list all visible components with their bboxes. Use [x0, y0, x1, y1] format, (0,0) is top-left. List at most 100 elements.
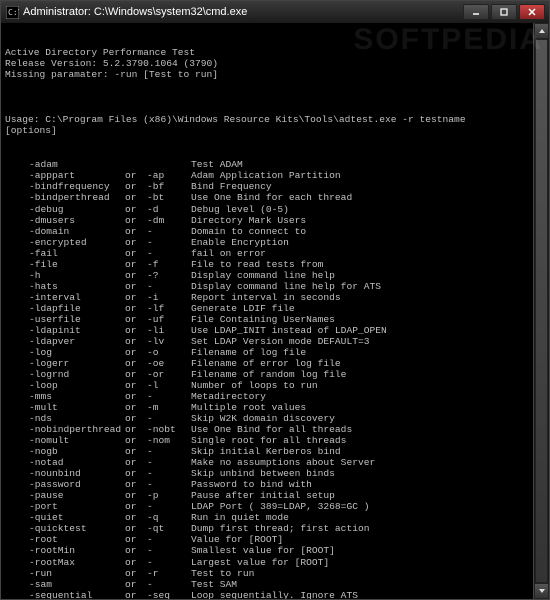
option-row: -userfileor-ufFile Containing UserNames — [5, 314, 545, 325]
option-long: -log — [5, 347, 125, 358]
option-or: or — [125, 248, 147, 259]
usage-block: Usage: C:\Program Files (x86)\Windows Re… — [5, 103, 545, 136]
option-or: or — [125, 281, 147, 292]
option-long: -bindfrequency — [5, 181, 125, 192]
option-short: - — [147, 413, 191, 424]
option-row: -runor-rTest to run — [5, 568, 545, 579]
option-or: or — [125, 237, 147, 248]
option-row: -portor-LDAP Port ( 389=LDAP, 3268=GC ) — [5, 501, 545, 512]
option-or: or — [125, 579, 147, 590]
option-row: -adamTest ADAM — [5, 159, 545, 170]
option-desc: Skip initial Kerberos bind — [191, 446, 545, 457]
option-desc: Pause after initial setup — [191, 490, 545, 501]
option-long: -bindperthread — [5, 192, 125, 203]
option-long: -apppart — [5, 170, 125, 181]
titlebar[interactable]: C:\ Administrator: C:\Windows\system32\c… — [1, 1, 549, 23]
option-long: -pause — [5, 490, 125, 501]
option-desc: fail on error — [191, 248, 545, 259]
option-or: or — [125, 413, 147, 424]
svg-text:C:\: C:\ — [8, 8, 19, 17]
usage-line-2: [options] — [5, 125, 57, 136]
option-long: -hats — [5, 281, 125, 292]
option-row: -nounbindor-Skip unbind between binds — [5, 468, 545, 479]
scroll-track[interactable] — [534, 39, 549, 583]
terminal-output[interactable]: Active Directory Performance Test Releas… — [1, 23, 549, 599]
option-long: -file — [5, 259, 125, 270]
option-or: or — [125, 479, 147, 490]
option-long: -rootMin — [5, 545, 125, 556]
option-long: -loop — [5, 380, 125, 391]
option-or: or — [125, 545, 147, 556]
option-or: or — [125, 204, 147, 215]
option-row: -hor-?Display command line help — [5, 270, 545, 281]
option-row: -rootMinor-Smallest value for [ROOT] — [5, 545, 545, 556]
close-button[interactable] — [519, 4, 545, 20]
option-desc: Password to bind with — [191, 479, 545, 490]
header-line-2: Release Version: 5.2.3790.1064 (3790) — [5, 58, 218, 69]
option-short: - — [147, 281, 191, 292]
option-short: -or — [147, 369, 191, 380]
option-long: -dmusers — [5, 215, 125, 226]
vertical-scrollbar[interactable] — [533, 23, 549, 599]
option-or: or — [125, 534, 147, 545]
options-list: -adamTest ADAM-apppartor-apAdam Applicat… — [5, 159, 545, 599]
usage-line-1: Usage: C:\Program Files (x86)\Windows Re… — [5, 114, 466, 125]
option-long: -fail — [5, 248, 125, 259]
cmd-window: C:\ Administrator: C:\Windows\system32\c… — [0, 0, 550, 600]
option-row: -loopor-lNumber of loops to run — [5, 380, 545, 391]
option-desc: Multiple root values — [191, 402, 545, 413]
option-row: -rootMaxor-Largest value for [ROOT] — [5, 557, 545, 568]
option-row: -ndsor-Skip W2K domain discovery — [5, 413, 545, 424]
option-row: -rootor-Value for [ROOT] — [5, 534, 545, 545]
option-desc: Adam Application Partition — [191, 170, 545, 181]
option-desc: Use LDAP_INIT instead of LDAP_OPEN — [191, 325, 545, 336]
maximize-button[interactable] — [491, 4, 517, 20]
option-desc: LDAP Port ( 389=LDAP, 3268=GC ) — [191, 501, 545, 512]
option-or: or — [125, 303, 147, 314]
option-desc: Use One Bind for each thread — [191, 192, 545, 203]
option-short: -p — [147, 490, 191, 501]
option-short: -d — [147, 204, 191, 215]
option-or: or — [125, 192, 147, 203]
option-row: -nogbor-Skip initial Kerberos bind — [5, 446, 545, 457]
option-or: or — [125, 557, 147, 568]
option-short: -f — [147, 259, 191, 270]
option-row: -logerror-oeFilename of error log file — [5, 358, 545, 369]
option-desc: Loop sequentially. Ignore ATS — [191, 590, 545, 599]
option-short: -i — [147, 292, 191, 303]
option-or: or — [125, 292, 147, 303]
option-short: -li — [147, 325, 191, 336]
option-long: -quiet — [5, 512, 125, 523]
minimize-button[interactable] — [463, 4, 489, 20]
scroll-up-button[interactable] — [534, 23, 549, 39]
option-desc: Run in quiet mode — [191, 512, 545, 523]
option-desc: Value for [ROOT] — [191, 534, 545, 545]
scroll-down-button[interactable] — [534, 583, 549, 599]
option-desc: File to read tests from — [191, 259, 545, 270]
option-long: -nds — [5, 413, 125, 424]
option-or: or — [125, 446, 147, 457]
option-or: or — [125, 457, 147, 468]
option-long: -encrypted — [5, 237, 125, 248]
option-short: -seq — [147, 590, 191, 599]
option-desc: Enable Encryption — [191, 237, 545, 248]
option-short: - — [147, 391, 191, 402]
option-or: or — [125, 490, 147, 501]
option-long: -port — [5, 501, 125, 512]
option-or: or — [125, 336, 147, 347]
scroll-thumb[interactable] — [535, 39, 548, 583]
option-desc: Debug level (0-5) — [191, 204, 545, 215]
option-short: - — [147, 248, 191, 259]
option-row: -nobindperthreador-nobtUse One Bind for … — [5, 424, 545, 435]
option-desc: Display command line help — [191, 270, 545, 281]
option-or: or — [125, 226, 147, 237]
option-desc: Report interval in seconds — [191, 292, 545, 303]
option-short: - — [147, 557, 191, 568]
option-or: or — [125, 568, 147, 579]
option-short: -nobt — [147, 424, 191, 435]
option-desc: File Containing UserNames — [191, 314, 545, 325]
option-row: -intervalor-iReport interval in seconds — [5, 292, 545, 303]
option-desc: Set LDAP Version mode DEFAULT=3 — [191, 336, 545, 347]
option-or: or — [125, 590, 147, 599]
option-long: -nounbind — [5, 468, 125, 479]
